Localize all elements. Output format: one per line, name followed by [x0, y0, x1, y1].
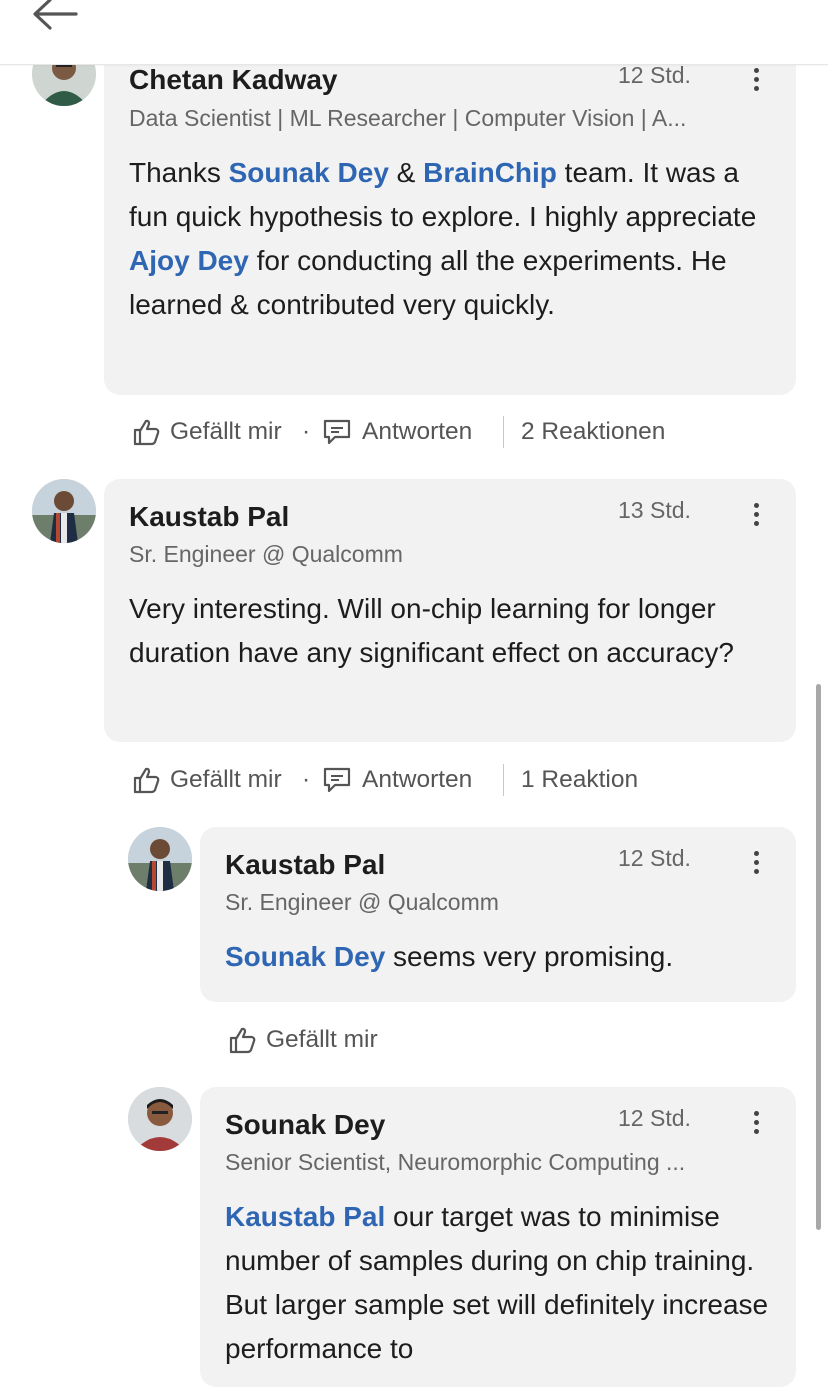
more-options-button[interactable]: [744, 1107, 768, 1141]
reply-label: Antworten: [362, 418, 473, 445]
like-button[interactable]: Gefällt mir: [132, 762, 282, 798]
comment-actions: Gefällt mir · Antworten 2 Reaktionen: [132, 414, 732, 450]
comment-time: 13 Std.: [618, 497, 691, 523]
comment-bubble: Chetan Kadway 12 Std. Data Scientist | M…: [104, 44, 796, 395]
reply-label: Antworten: [362, 766, 473, 793]
comment-actions: Gefällt mir · Antworten 1 Reaktion: [132, 762, 732, 798]
reply-text: Sounak Dey seems very promising.: [225, 941, 674, 972]
reply-button[interactable]: Antworten: [322, 762, 472, 798]
like-button[interactable]: Gefällt mir: [228, 1022, 378, 1058]
top-bar: [0, 0, 828, 65]
comment-text: Very interesting. Will on-chip learning …: [129, 593, 734, 668]
thumbs-up-icon: [229, 1027, 256, 1054]
avatar[interactable]: [32, 479, 96, 543]
arrow-left-icon: [33, 0, 78, 30]
reply-button[interactable]: Antworten: [322, 414, 472, 450]
reply-bubble: Sounak Dey 12 Std. Senior Scientist, Neu…: [200, 1087, 796, 1387]
separator-dot: ·: [302, 418, 311, 445]
author-headline: Sr. Engineer @ Qualcomm: [129, 541, 403, 567]
profile-photo: [128, 827, 192, 891]
avatar[interactable]: [128, 1087, 192, 1151]
reactions-count[interactable]: 1 Reaktion: [521, 762, 638, 798]
like-label: Gefällt mir: [170, 418, 282, 445]
comment-bubble: Kaustab Pal 13 Std. Sr. Engineer @ Qualc…: [104, 479, 796, 742]
author-headline: Data Scientist | ML Researcher | Compute…: [129, 105, 687, 131]
reply-author[interactable]: Kaustab Pal: [225, 849, 385, 881]
mention-link[interactable]: Kaustab Pal: [225, 1201, 385, 1232]
reply-actions: Gefällt mir: [228, 1022, 528, 1058]
comment-author[interactable]: Chetan Kadway: [129, 64, 338, 96]
like-label: Gefällt mir: [266, 1026, 378, 1053]
reactions-count[interactable]: 2 Reaktionen: [521, 414, 665, 450]
more-options-button[interactable]: [744, 64, 768, 98]
divider: [503, 764, 504, 796]
separator-dot: ·: [302, 766, 311, 793]
comment-text: Thanks Sounak Dey & BrainChip team. It w…: [129, 157, 757, 320]
profile-photo: [128, 1087, 192, 1151]
comment-author[interactable]: Kaustab Pal: [129, 501, 289, 533]
reply-text: Kaustab Pal our target was to minimise n…: [225, 1201, 769, 1364]
comment-icon: [323, 419, 351, 445]
mention-link[interactable]: BrainChip: [423, 157, 557, 188]
scrollbar[interactable]: [816, 684, 821, 1230]
avatar[interactable]: [128, 827, 192, 891]
author-headline: Sr. Engineer @ Qualcomm: [225, 889, 499, 915]
like-button[interactable]: Gefällt mir: [132, 414, 282, 450]
mention-link[interactable]: Sounak Dey: [229, 157, 389, 188]
reply-bubble: Kaustab Pal 12 Std. Sr. Engineer @ Qualc…: [200, 827, 796, 1002]
more-options-button[interactable]: [744, 499, 768, 533]
thumbs-up-icon: [133, 419, 160, 446]
mention-link[interactable]: Ajoy Dey: [129, 245, 249, 276]
reply-author[interactable]: Sounak Dey: [225, 1109, 385, 1141]
like-label: Gefällt mir: [170, 766, 282, 793]
divider: [503, 416, 504, 448]
more-options-button[interactable]: [744, 847, 768, 881]
mention-link[interactable]: Sounak Dey: [225, 941, 385, 972]
author-headline: Senior Scientist, Neuromorphic Computing…: [225, 1149, 686, 1175]
reply-time: 12 Std.: [618, 1105, 691, 1131]
profile-photo: [32, 479, 96, 543]
comment-time: 12 Std.: [618, 62, 691, 88]
thumbs-up-icon: [133, 767, 160, 794]
comment-icon: [323, 767, 351, 793]
reply-time: 12 Std.: [618, 845, 691, 871]
back-button[interactable]: [30, 0, 82, 32]
